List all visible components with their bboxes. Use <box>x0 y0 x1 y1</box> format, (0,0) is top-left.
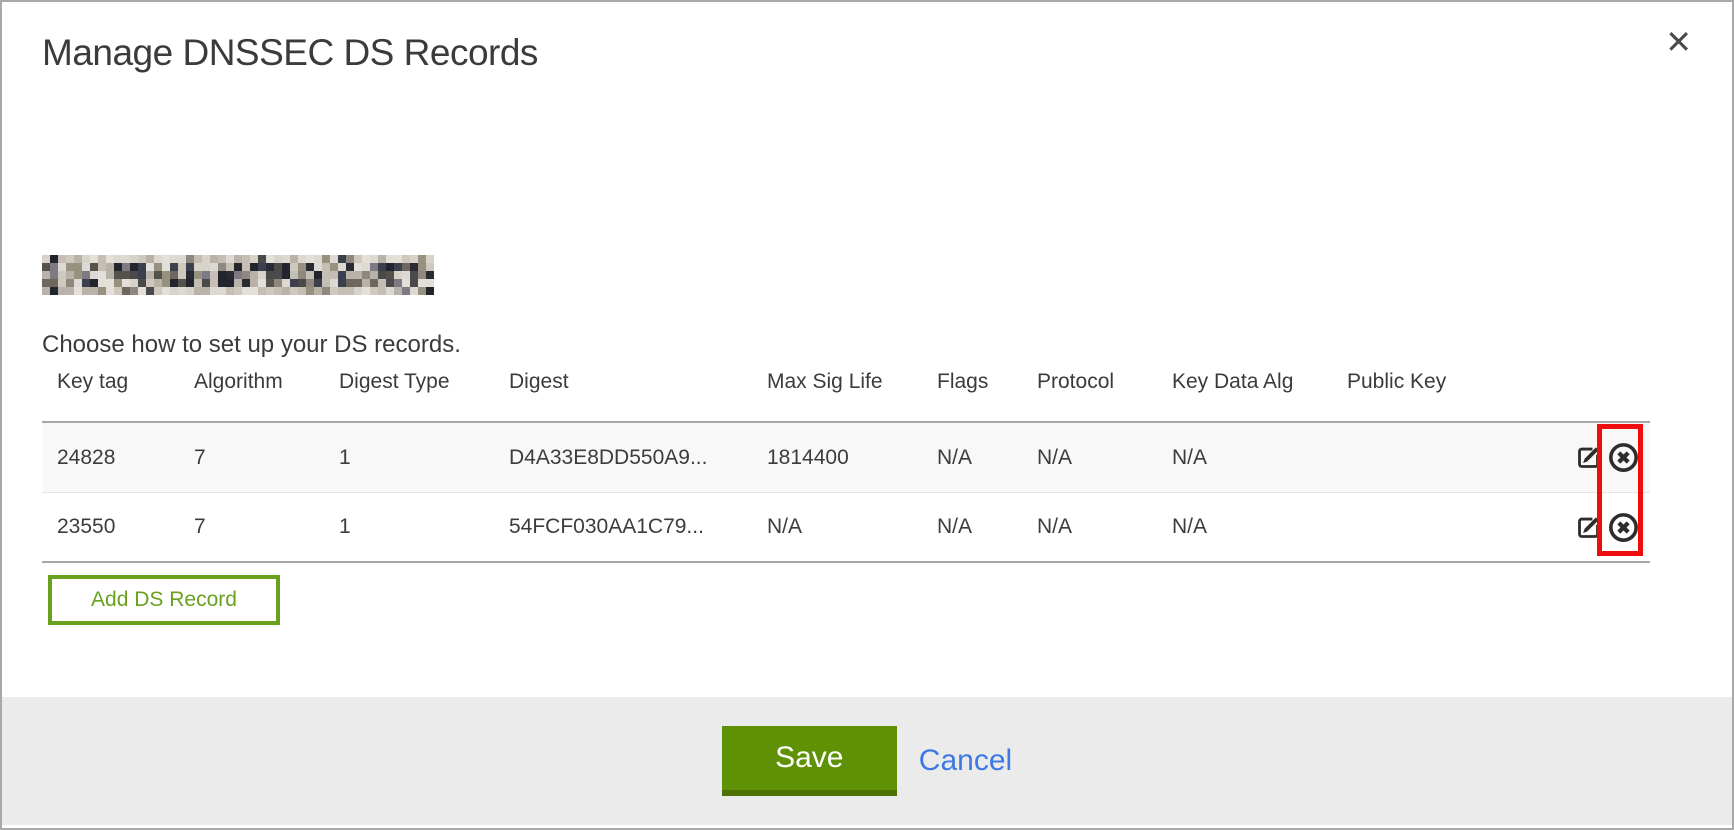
page-title: Manage DNSSEC DS Records <box>42 32 538 74</box>
cell-digest-type: 1 <box>339 446 509 470</box>
instruction-text: Choose how to set up your DS records. <box>42 331 461 359</box>
col-header-digest: Digest <box>509 364 767 394</box>
cell-digest-type: 1 <box>339 515 509 539</box>
table-row: 23550 7 1 54FCF030AA1C79... N/A N/A N/A … <box>42 492 1650 561</box>
cell-max-sig-life: 1814400 <box>767 446 937 470</box>
save-button[interactable]: Save <box>722 726 897 796</box>
cell-algorithm: 7 <box>194 515 339 539</box>
cell-protocol: N/A <box>1037 515 1172 539</box>
cell-digest: 54FCF030AA1C79... <box>509 515 767 539</box>
cell-key-data-alg: N/A <box>1172 446 1347 470</box>
cell-key-tag: 23550 <box>57 515 194 539</box>
col-header-max-sig-life: Max Sig Life <box>767 364 937 394</box>
delete-icon[interactable] <box>1607 511 1640 544</box>
close-icon[interactable]: ✕ <box>1665 26 1692 58</box>
cell-flags: N/A <box>937 446 1037 470</box>
cancel-link[interactable]: Cancel <box>919 744 1012 778</box>
cell-key-tag: 24828 <box>57 446 194 470</box>
cell-protocol: N/A <box>1037 446 1172 470</box>
cell-flags: N/A <box>937 515 1037 539</box>
col-header-digest-type: Digest Type <box>339 364 509 394</box>
col-header-key-data-alg: Key Data Alg <box>1172 364 1347 394</box>
edit-icon[interactable] <box>1575 514 1602 541</box>
table-header-row: Key tag Algorithm Digest Type Digest Max… <box>42 364 1650 421</box>
col-header-protocol: Protocol <box>1037 364 1172 394</box>
cell-max-sig-life: N/A <box>767 515 937 539</box>
redacted-domain-name <box>42 255 434 295</box>
col-header-key-tag: Key tag <box>57 364 194 394</box>
col-header-public-key: Public Key <box>1347 364 1532 394</box>
cell-key-data-alg: N/A <box>1172 515 1347 539</box>
manage-dnssec-modal: Manage DNSSEC DS Records ✕ Choose how to… <box>0 0 1734 830</box>
add-ds-record-button[interactable]: Add DS Record <box>48 575 280 625</box>
modal-footer: Save Cancel <box>2 697 1732 825</box>
table-body: 24828 7 1 D4A33E8DD550A9... 1814400 N/A … <box>42 421 1650 563</box>
col-header-flags: Flags <box>937 364 1037 394</box>
cell-digest: D4A33E8DD550A9... <box>509 446 767 470</box>
edit-icon[interactable] <box>1575 444 1602 471</box>
delete-icon[interactable] <box>1607 441 1640 474</box>
cell-algorithm: 7 <box>194 446 339 470</box>
table-row: 24828 7 1 D4A33E8DD550A9... 1814400 N/A … <box>42 423 1650 492</box>
ds-records-table: Key tag Algorithm Digest Type Digest Max… <box>42 364 1650 563</box>
col-header-algorithm: Algorithm <box>194 364 339 394</box>
